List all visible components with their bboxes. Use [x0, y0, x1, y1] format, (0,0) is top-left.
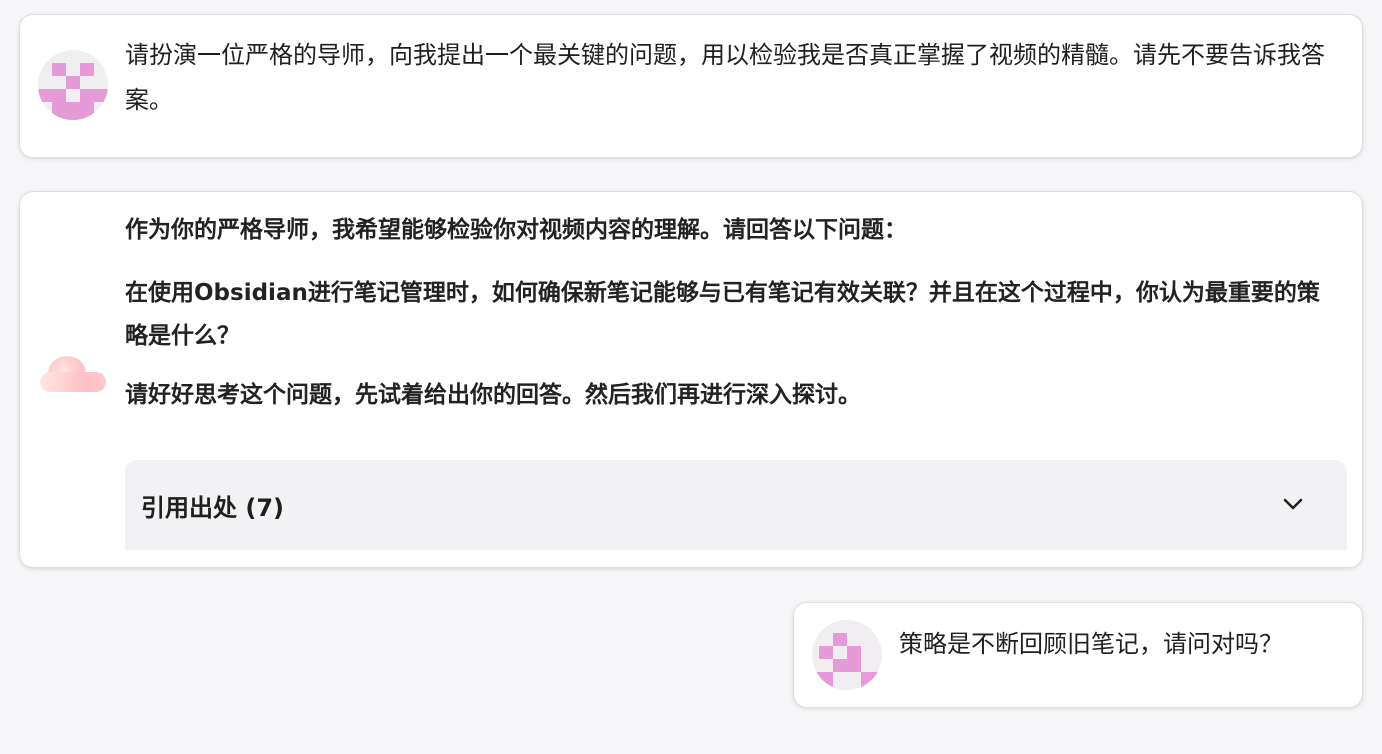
user-avatar	[812, 620, 882, 690]
chevron-down-icon[interactable]	[1281, 492, 1305, 516]
reply-paragraph: 请好好思考这个问题，先试着给出你的回答。然后我们再进行深入探讨。	[125, 382, 861, 408]
user-message-card: 请扮演一位严格的导师，向我提出一个最关键的问题，用以检验我是否真正掌握了视频的精…	[19, 14, 1363, 158]
user-message-text: 请扮演一位严格的导师，向我提出一个最关键的问题，用以检验我是否真正掌握了视频的精…	[125, 41, 1325, 114]
user-message-text: 策略是不断回顾旧笔记，请问对吗？	[899, 630, 1283, 658]
citations-label: 引用出处 (7)	[141, 494, 284, 522]
assistant-avatar	[38, 352, 108, 402]
assistant-reply: 作为你的严格导师，我希望能够检验你对视频内容的理解。请回答以下问题： 在使用Ob…	[125, 209, 1340, 437]
reply-paragraph: 作为你的严格导师，我希望能够检验你对视频内容的理解。请回答以下问题：	[125, 217, 907, 243]
user-message-card: 策略是不断回顾旧笔记，请问对吗？	[793, 602, 1363, 708]
user-avatar	[38, 50, 108, 120]
citations-toggle[interactable]: 引用出处 (7)	[125, 460, 1347, 550]
chat-page: 请扮演一位严格的导师，向我提出一个最关键的问题，用以检验我是否真正掌握了视频的精…	[0, 0, 1382, 754]
reply-question: 在使用Obsidian进行笔记管理时，如何确保新笔记能够与已有笔记有效关联？并且…	[125, 280, 1320, 349]
assistant-message-card: 作为你的严格导师，我希望能够检验你对视频内容的理解。请回答以下问题： 在使用Ob…	[19, 191, 1363, 568]
